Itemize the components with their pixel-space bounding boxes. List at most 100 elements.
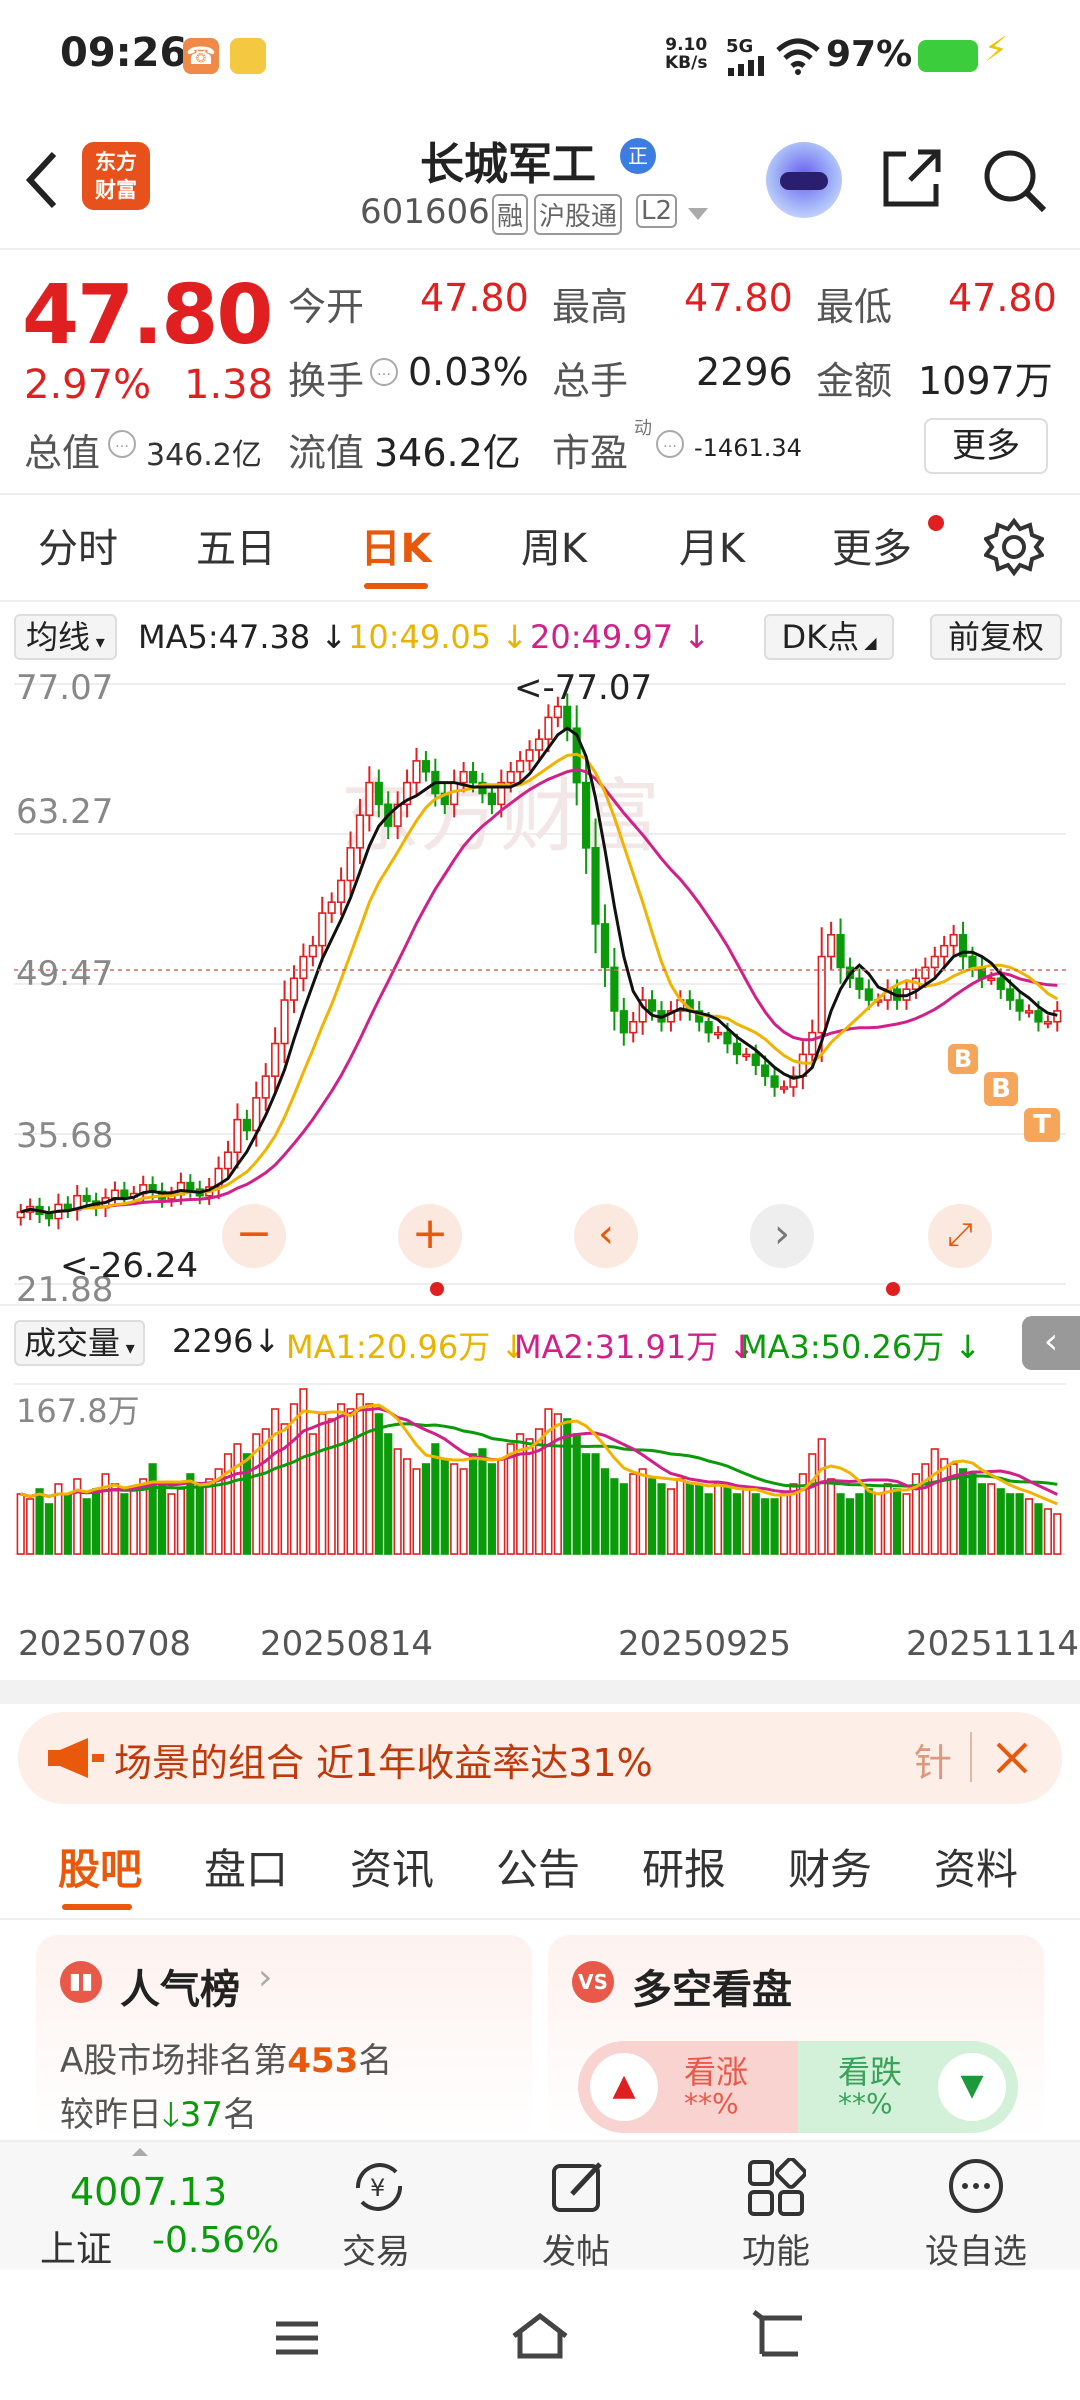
candle xyxy=(289,977,299,1001)
volume-bar xyxy=(205,1478,214,1555)
app-logo[interactable]: 东方 财富 xyxy=(82,142,150,210)
volume-chart[interactable] xyxy=(0,1374,1080,1574)
index-widget[interactable]: 4007.13 上证 -0.56% xyxy=(0,2142,300,2272)
tab-news[interactable]: 资讯 xyxy=(332,1820,452,1920)
info-icon[interactable]: … xyxy=(656,430,684,458)
scroll-right-button[interactable]: › xyxy=(750,1204,814,1268)
share-icon[interactable] xyxy=(880,146,944,210)
volume-bar xyxy=(600,1468,610,1555)
tab-financials[interactable]: 财务 xyxy=(770,1820,890,1920)
volume-bar xyxy=(63,1493,72,1555)
more-circle-icon xyxy=(949,2159,1003,2213)
search-icon[interactable] xyxy=(982,148,1048,214)
volume-max-label: 167.8万 xyxy=(16,1392,140,1430)
volume-bar xyxy=(242,1453,251,1555)
back-icon[interactable] xyxy=(22,150,62,210)
buy-marker[interactable]: B xyxy=(948,1044,978,1074)
volume-bar xyxy=(638,1468,647,1555)
candle xyxy=(647,999,657,1012)
volume-bar xyxy=(977,1483,986,1555)
volume-bar xyxy=(713,1483,723,1555)
info-icon[interactable]: … xyxy=(108,430,136,458)
last-price: 47.80 xyxy=(22,268,273,363)
buy-marker[interactable]: B xyxy=(984,1072,1018,1106)
kline-chart[interactable]: 东方财富 xyxy=(0,664,1080,1314)
candle xyxy=(318,912,327,947)
candle xyxy=(582,781,591,849)
nav-add-watchlist[interactable]: 设自选 xyxy=(896,2142,1056,2272)
gear-icon[interactable] xyxy=(984,517,1044,577)
kline-chart-area: 均线 ▾ MA5:47.38 ↓ 10:49.05 ↓ 20:49.97 ↓ D… xyxy=(0,604,1080,1704)
volume-bar xyxy=(827,1478,836,1555)
volume-bar xyxy=(468,1453,478,1555)
volume-bar xyxy=(572,1433,581,1555)
volume-bar xyxy=(82,1498,91,1555)
candle xyxy=(987,977,996,982)
back-gesture-icon[interactable] xyxy=(752,2310,808,2360)
volume-bar xyxy=(337,1403,346,1555)
nav-trade[interactable]: ¥ 交易 xyxy=(296,2142,456,2272)
notes-icon xyxy=(230,38,266,74)
collapse-tab[interactable]: ‹ xyxy=(1022,1316,1080,1370)
bull-bear-card[interactable]: VS 多空看盘 ▲ 看涨 **% 看跌 **% ▼ xyxy=(548,1935,1044,2140)
volume-bar xyxy=(16,1493,25,1555)
volume-bar xyxy=(987,1483,996,1555)
bearish-button[interactable]: 看跌 **% ▼ xyxy=(798,2041,1018,2133)
date-label: 20250925 xyxy=(618,1624,792,1664)
index-name: 上证 xyxy=(40,2229,113,2270)
bullish-button[interactable]: ▲ 看涨 **% xyxy=(578,2041,798,2133)
popularity-card[interactable]: ▮▮ 人气榜 › A股市场排名第453名 较昨日🡓37名 xyxy=(36,1935,532,2140)
zoom-in-button[interactable]: + xyxy=(398,1204,462,1268)
home-icon[interactable] xyxy=(508,2310,572,2360)
dropdown-icon[interactable] xyxy=(688,208,708,220)
tab-research[interactable]: 研报 xyxy=(624,1820,744,1920)
tab-announcements[interactable]: 公告 xyxy=(478,1820,598,1920)
menu-icon[interactable] xyxy=(272,2318,322,2358)
candle xyxy=(855,977,864,990)
nav-post[interactable]: 发帖 xyxy=(496,2142,656,2272)
candle xyxy=(723,1031,732,1045)
candle xyxy=(346,847,355,882)
promo-banner[interactable]: 场景的组合 近1年收益率达31% 针 xyxy=(18,1712,1062,1804)
candle xyxy=(817,955,826,1034)
ma-type-select[interactable]: 均线 ▾ xyxy=(14,614,117,660)
arrow-down-icon: 🡓 xyxy=(162,2095,180,2135)
amount-value: 1097万 xyxy=(918,359,1053,403)
pe-label: 市盈 xyxy=(552,431,629,475)
info-icon[interactable]: … xyxy=(370,358,398,386)
nav-functions[interactable]: 功能 xyxy=(696,2142,856,2272)
close-icon[interactable] xyxy=(994,1740,1030,1776)
adjust-button[interactable]: 前复权 xyxy=(930,614,1062,660)
volume-bar xyxy=(110,1483,120,1555)
tab-five-day[interactable]: 五日 xyxy=(176,497,296,602)
fullscreen-button[interactable]: ⤢ xyxy=(928,1204,992,1268)
volume-bar xyxy=(120,1493,129,1555)
candle xyxy=(299,955,308,980)
open-label: 今开 xyxy=(288,285,365,329)
tab-monthly-k[interactable]: 月K xyxy=(652,497,772,602)
robot-assistant-icon[interactable] xyxy=(766,142,842,218)
volume-bar xyxy=(35,1488,44,1555)
svg-text:¥: ¥ xyxy=(370,2174,385,2202)
tab-profile[interactable]: 资料 xyxy=(916,1820,1036,1920)
pe-value: -1461.34 xyxy=(694,434,802,462)
more-button[interactable]: 更多 xyxy=(924,418,1048,474)
tab-more[interactable]: 更多 xyxy=(812,497,932,602)
candle xyxy=(930,955,939,969)
dk-point-button[interactable]: DK点 ◢ xyxy=(764,614,894,660)
tab-orderbook[interactable]: 盘口 xyxy=(186,1820,306,1920)
candle xyxy=(761,1064,770,1077)
t-marker[interactable]: T xyxy=(1024,1108,1060,1142)
tab-weekly-k[interactable]: 周K xyxy=(494,497,614,602)
candle xyxy=(459,770,468,784)
zoom-out-button[interactable]: − xyxy=(222,1204,286,1268)
candle xyxy=(110,1189,120,1199)
volume-indicator-select[interactable]: 成交量 ▾ xyxy=(14,1320,145,1366)
candle xyxy=(44,1213,54,1220)
candle xyxy=(836,934,845,969)
tab-intraday[interactable]: 分时 xyxy=(18,497,138,602)
float-value: 346.2亿 xyxy=(374,431,521,475)
volume-bar xyxy=(167,1493,176,1555)
scroll-left-button[interactable]: ‹ xyxy=(574,1204,638,1268)
candle xyxy=(610,966,619,1012)
